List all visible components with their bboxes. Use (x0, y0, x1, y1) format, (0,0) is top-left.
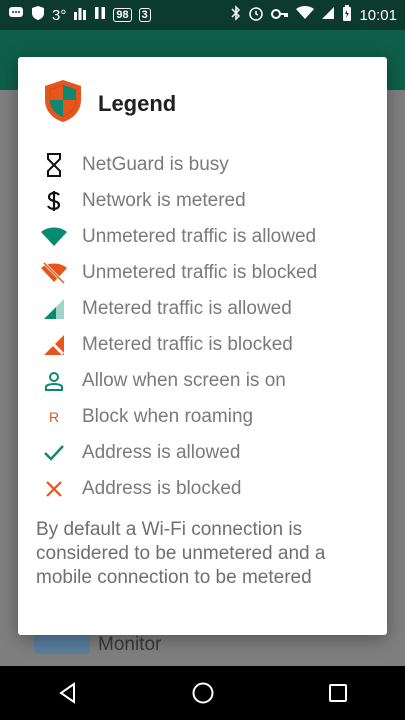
legend-label: Metered traffic is allowed (82, 298, 292, 319)
legend-item-metered: Network is metered (36, 183, 381, 219)
legend-note: By default a Wi-Fi connection is conside… (36, 519, 326, 588)
legend-label: NetGuard is busy (82, 154, 229, 175)
legend-label: Unmetered traffic is allowed (82, 226, 317, 247)
navigation-bar (0, 666, 405, 720)
recents-square-icon (328, 684, 347, 702)
wifi-icon (296, 6, 315, 24)
legend-item-busy: NetGuard is busy (36, 147, 381, 183)
legend-item-address-allowed: Address is allowed (36, 435, 381, 471)
roaming-r-icon: R (36, 399, 72, 435)
cellular-blocked-icon (36, 327, 72, 363)
legend-item-unmetered-blocked: Unmetered traffic is blocked (36, 255, 381, 291)
legend-item-address-blocked: Address is blocked (36, 471, 381, 507)
hourglass-icon (36, 147, 72, 183)
back-button[interactable] (48, 673, 88, 713)
legend-label: Address is allowed (82, 442, 241, 463)
clock-text: 10:01 (359, 6, 397, 24)
cross-icon (36, 471, 72, 507)
key-icon (271, 7, 289, 24)
dollar-icon (36, 183, 72, 219)
recents-button[interactable] (318, 673, 358, 713)
legend-label: Block when roaming (82, 406, 254, 427)
wifi-allowed-icon (36, 219, 72, 255)
home-button[interactable] (183, 673, 223, 713)
app-name-monitor: Monitor (98, 634, 162, 655)
cellular-allowed-icon (36, 291, 72, 327)
legend-list: NetGuard is busy Network is metered Unme… (36, 147, 381, 507)
legend-dialog: Legend NetGuard is busy Network is meter… (18, 57, 387, 635)
badge-box-2: 3 (138, 8, 151, 22)
bluetooth-icon (231, 5, 241, 25)
shield-icon (31, 5, 45, 25)
dialog-header: Legend (44, 79, 176, 128)
home-circle-icon (192, 682, 213, 704)
signal-icon (321, 6, 335, 24)
legend-item-metered-blocked: Metered traffic is blocked (36, 327, 381, 363)
legend-label: Allow when screen is on (82, 370, 286, 391)
legend-label: Unmetered traffic is blocked (82, 262, 318, 283)
netguard-shield-icon (44, 79, 82, 128)
alarm-icon (248, 5, 264, 25)
chat-icon (8, 5, 24, 25)
check-icon (36, 435, 72, 471)
legend-item-metered-allowed: Metered traffic is allowed (36, 291, 381, 327)
person-icon (36, 363, 72, 399)
legend-label: Network is metered (82, 190, 246, 211)
roaming-r-letter: R (48, 409, 60, 425)
badge-box-1: 98 (113, 8, 132, 22)
legend-label: Metered traffic is blocked (82, 334, 293, 355)
battery-icon (342, 5, 352, 25)
temperature-text: 3° (52, 6, 67, 24)
status-bar: 3° 98 3 10:01 (0, 0, 405, 30)
legend-label: Address is blocked (82, 478, 242, 499)
pause-icon (94, 6, 106, 24)
legend-item-unmetered-allowed: Unmetered traffic is allowed (36, 219, 381, 255)
legend-item-screen-on: Allow when screen is on (36, 363, 381, 399)
legend-item-roaming: R Block when roaming (36, 399, 381, 435)
dialog-title: Legend (98, 90, 177, 116)
bar-chart-icon (73, 6, 87, 24)
back-triangle-icon (58, 682, 75, 704)
wifi-blocked-icon (36, 255, 72, 291)
